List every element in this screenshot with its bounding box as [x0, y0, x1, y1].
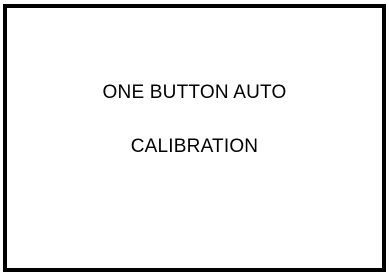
message-line-1: ONE BUTTON AUTO: [102, 82, 287, 103]
display-screen: ONE BUTTON AUTO CALIBRATION: [3, 4, 386, 272]
message-line-2: CALIBRATION: [130, 136, 259, 157]
